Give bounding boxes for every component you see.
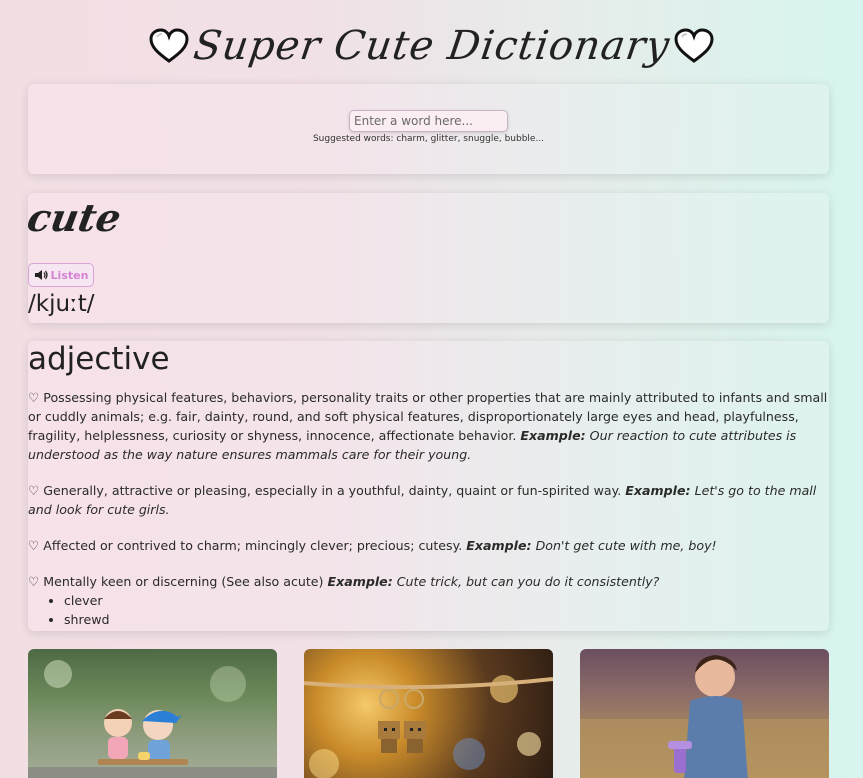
part-of-speech: adjective (28, 341, 170, 377)
definition-item: ♡ Affected or contrived to charm; mincin… (28, 536, 829, 555)
phonetic: /kjuːt/ (28, 291, 95, 317)
example-text: Cute trick, but can you do it consistent… (396, 574, 660, 589)
word-card: cute Listen /kjuːt/ (24, 193, 829, 323)
synonym-item: shrewd (64, 610, 829, 629)
definition-text: ♡ Mentally keen or discerning (See also … (28, 574, 324, 589)
speaker-icon (34, 269, 48, 281)
definitions-list: ♡ Possessing physical features, behavior… (28, 388, 829, 629)
listen-label: Listen (50, 268, 89, 282)
definition-item: ♡ Mentally keen or discerning (See also … (28, 572, 829, 629)
definition-item: ♡ Possessing physical features, behavior… (28, 388, 829, 464)
example-label: Example: (466, 538, 532, 553)
suggested-words: Suggested words: charm, glitter, snuggle… (312, 134, 545, 144)
search-card: Suggested words: charm, glitter, snuggle… (28, 84, 829, 174)
definition-item: ♡ Generally, attractive or pleasing, esp… (28, 481, 829, 519)
example-text: Don't get cute with me, boy! (535, 538, 717, 553)
synonym-item: clever (64, 591, 829, 610)
figurine-couple-photo (28, 649, 277, 778)
toddler-photo (580, 649, 829, 778)
definition-text: ♡ Affected or contrived to charm; mincin… (28, 538, 463, 553)
keychains-photo (304, 649, 553, 778)
listen-button[interactable]: Listen (28, 263, 94, 287)
app-header: Super Cute Dictionary (0, 10, 863, 82)
heart-icon (673, 27, 715, 65)
search-input[interactable] (349, 110, 508, 132)
app-title: Super Cute Dictionary (190, 23, 673, 69)
example-label: Example: (520, 428, 586, 443)
headword: cute (24, 195, 125, 240)
heart-icon (148, 27, 190, 65)
definition-text: ♡ Generally, attractive or pleasing, esp… (28, 483, 622, 498)
definitions-card: adjective ♡ Possessing physical features… (28, 341, 829, 631)
example-label: Example: (625, 483, 691, 498)
example-label: Example: (327, 574, 393, 589)
synonym-list: clever shrewd (28, 591, 829, 629)
